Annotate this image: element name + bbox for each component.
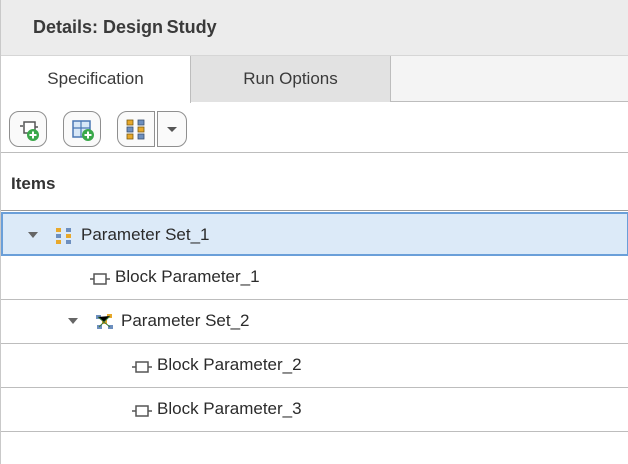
add-parameter-set-button[interactable] bbox=[63, 111, 101, 147]
expand-arrow-icon[interactable] bbox=[67, 317, 79, 325]
items-column-header: Items bbox=[1, 153, 628, 211]
tree-row-label: Block Parameter_1 bbox=[115, 267, 260, 286]
toolbar bbox=[1, 103, 628, 153]
add-set-icon bbox=[72, 120, 94, 141]
block-parameter-icon bbox=[132, 361, 152, 373]
tab-run-options[interactable]: Run Options bbox=[191, 56, 391, 102]
panel-title: Details: Design Study bbox=[33, 17, 217, 37]
expand-arrow-icon[interactable] bbox=[27, 231, 39, 239]
design-study-details-panel: Details: Design Study Specification Run … bbox=[0, 0, 628, 464]
grid-set-icon bbox=[56, 228, 71, 244]
random-set-icon bbox=[96, 314, 113, 329]
block-parameter-icon bbox=[90, 273, 110, 285]
tree-row-label: Block Parameter_2 bbox=[157, 355, 302, 374]
tree-row-label: Block Parameter_3 bbox=[157, 399, 302, 418]
title-bar: Details: Design Study bbox=[1, 0, 628, 56]
tree-row-parameter-set-2[interactable]: Parameter Set_2 bbox=[1, 300, 628, 344]
tree-row-block-parameter-2[interactable]: Block Parameter_2 bbox=[1, 344, 628, 388]
chevron-down-icon bbox=[167, 127, 177, 132]
items-header-label: Items bbox=[11, 174, 56, 193]
block-parameter-icon bbox=[132, 405, 152, 417]
tree-row-block-parameter-1[interactable]: Block Parameter_1 bbox=[1, 256, 628, 300]
grid-set-icon bbox=[126, 119, 145, 140]
tree-row-parameter-set-1[interactable]: Parameter Set_1 bbox=[1, 212, 628, 256]
tree-row-block-parameter-3[interactable]: Block Parameter_3 bbox=[1, 388, 628, 432]
parameter-set-type-dropdown[interactable] bbox=[157, 111, 187, 147]
tab-specification[interactable]: Specification bbox=[1, 56, 191, 103]
parameter-set-type-button[interactable] bbox=[117, 111, 155, 147]
tree-row-label: Parameter Set_2 bbox=[121, 311, 250, 330]
add-block-parameter-button[interactable] bbox=[9, 111, 47, 147]
tab-bar: Specification Run Options bbox=[1, 56, 628, 103]
add-parameter-icon bbox=[20, 121, 39, 141]
tree-row-label: Parameter Set_1 bbox=[81, 225, 210, 244]
